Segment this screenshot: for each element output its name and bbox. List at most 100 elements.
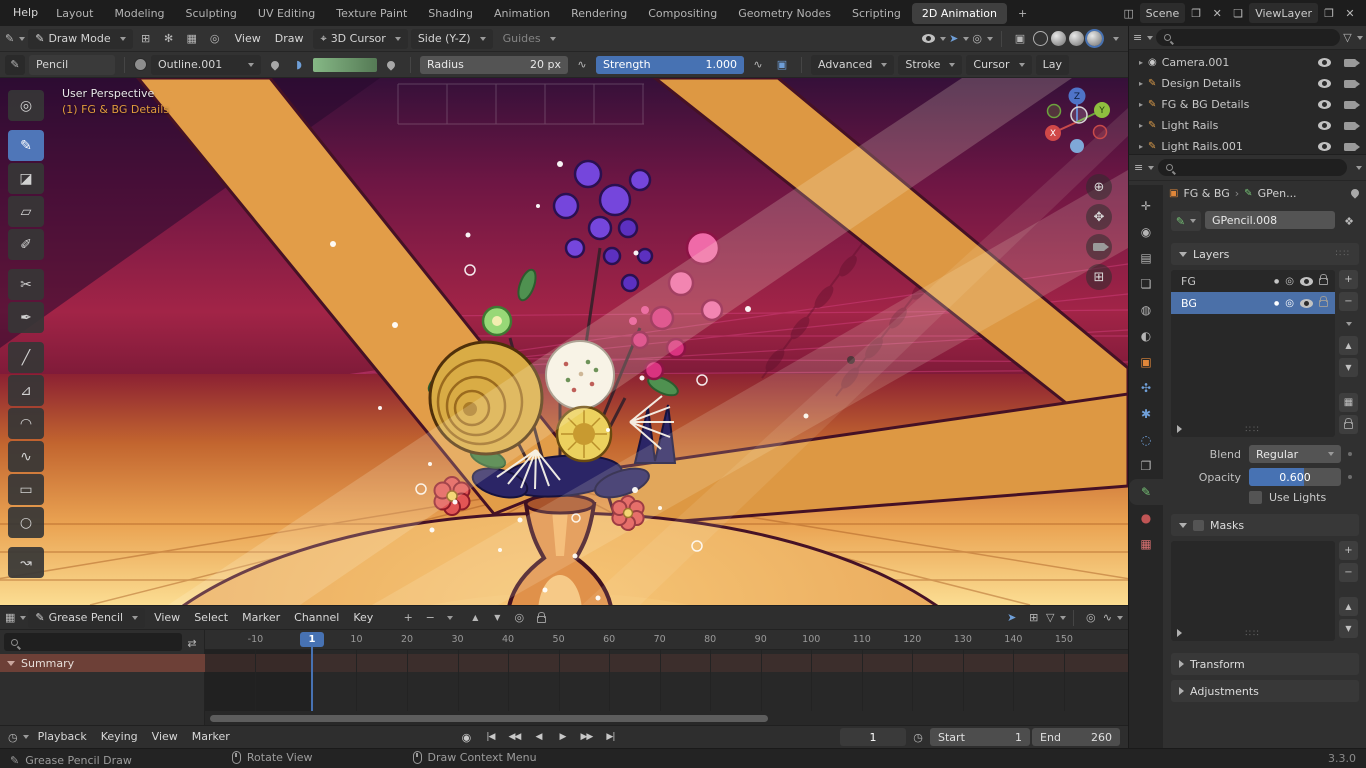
pin-icon[interactable] bbox=[1349, 187, 1360, 198]
cursor-tool[interactable]: ◎ bbox=[8, 90, 44, 121]
cutter-tool[interactable]: ✂ bbox=[8, 269, 44, 300]
workspace-tab-uv-editing[interactable]: UV Editing bbox=[248, 3, 325, 24]
scene-selector[interactable]: Scene bbox=[1140, 3, 1186, 23]
advanced-popover[interactable]: Advanced bbox=[811, 55, 894, 75]
list-grip-icon[interactable]: ∷∷ bbox=[1245, 629, 1260, 639]
eye-icon[interactable] bbox=[1318, 121, 1331, 130]
properties-tab-object[interactable]: ▣ bbox=[1129, 349, 1163, 375]
timeline-menu-view[interactable]: View bbox=[145, 727, 185, 747]
outliner-row-design-details[interactable]: ▸✎Design Details bbox=[1129, 73, 1366, 94]
view-layer-selector[interactable]: ViewLayer bbox=[1249, 3, 1318, 23]
layer-row-fg[interactable]: FG●◎ bbox=[1171, 270, 1335, 292]
channel-lock-toggle[interactable] bbox=[531, 608, 551, 628]
camera-view-button[interactable] bbox=[1086, 234, 1112, 260]
remove-mask-button[interactable]: − bbox=[1339, 563, 1358, 582]
color-pin-icon[interactable] bbox=[381, 55, 401, 75]
shading-solid-button[interactable] bbox=[1051, 31, 1066, 46]
move-mask-down-button[interactable]: ▼ bbox=[1339, 619, 1358, 638]
previous-keyframe-button[interactable]: ◀◀ bbox=[503, 728, 526, 746]
lay-popover[interactable]: Lay bbox=[1036, 55, 1069, 75]
lock-icon[interactable] bbox=[1319, 300, 1328, 307]
properties-tab-view-layer[interactable]: ❏ bbox=[1129, 271, 1163, 297]
masks-checkbox[interactable] bbox=[1193, 520, 1204, 531]
move-layer-up-button[interactable]: ▲ bbox=[1339, 336, 1358, 355]
disclosure-icon[interactable]: ▸ bbox=[1139, 58, 1143, 67]
dopesheet-menu-key[interactable]: Key bbox=[346, 608, 380, 628]
zoom-button[interactable]: ⊕ bbox=[1086, 174, 1112, 200]
frame-start-field[interactable]: Start 1 bbox=[930, 728, 1030, 746]
properties-search-input[interactable] bbox=[1158, 159, 1347, 176]
frame-view-toggle[interactable]: ⊞ bbox=[1024, 608, 1044, 628]
fill-tool[interactable]: ◪ bbox=[8, 163, 44, 194]
editor-type-button[interactable]: ✎ bbox=[5, 29, 25, 49]
jump-to-end-button[interactable]: ▶| bbox=[599, 728, 622, 746]
summary-channel-row[interactable]: Summary bbox=[0, 654, 205, 672]
current-frame-field[interactable]: 1 bbox=[840, 728, 906, 746]
cursor-popover[interactable]: Cursor bbox=[966, 55, 1031, 75]
camera-visibility-icon[interactable] bbox=[1344, 122, 1356, 130]
arc-tool[interactable]: ◠ bbox=[8, 408, 44, 439]
next-keyframe-button[interactable]: ▶▶ bbox=[575, 728, 598, 746]
datablock-name-field[interactable]: GPencil.008 bbox=[1205, 211, 1335, 229]
use-lights-checkbox[interactable] bbox=[1249, 491, 1262, 504]
remove-button[interactable]: − bbox=[420, 608, 440, 628]
add-button[interactable]: + bbox=[398, 608, 418, 628]
eye-icon[interactable] bbox=[1318, 100, 1331, 109]
frame-end-field[interactable]: End 260 bbox=[1032, 728, 1120, 746]
workspace-tab-shading[interactable]: Shading bbox=[418, 3, 483, 24]
xray-toggle[interactable]: ▣ bbox=[1010, 29, 1030, 49]
timeline-horizontal-scrollbar[interactable] bbox=[210, 715, 768, 722]
eye-icon[interactable] bbox=[1318, 79, 1331, 88]
origins-toggle-icon[interactable]: ⊞ bbox=[136, 29, 156, 49]
workspace-tab-compositing[interactable]: Compositing bbox=[638, 3, 727, 24]
outliner-row-fg-bg-details[interactable]: ▸✎FG & BG Details bbox=[1129, 94, 1366, 115]
breadcrumb-data[interactable]: GPen... bbox=[1258, 187, 1297, 200]
disclosure-icon[interactable]: ▸ bbox=[1139, 79, 1143, 88]
onion-skin-icon[interactable]: ◎ bbox=[1285, 298, 1294, 309]
workspace-tab-texture-paint[interactable]: Texture Paint bbox=[326, 3, 417, 24]
navigation-gizmo[interactable]: Z Y X bbox=[1038, 82, 1116, 160]
use-preview-range-toggle[interactable]: ◷ bbox=[908, 727, 928, 747]
dopesheet-timeline-pane[interactable]: 1 -1010203040506070809010011012013014015… bbox=[205, 630, 1128, 725]
properties-tab-particles[interactable]: ✱ bbox=[1129, 401, 1163, 427]
camera-visibility-icon[interactable] bbox=[1344, 80, 1356, 88]
viewport-canvas[interactable] bbox=[0, 78, 1128, 605]
timeline-menu-keying[interactable]: Keying bbox=[94, 727, 145, 747]
timeline-editor-type-button[interactable]: ◷ bbox=[8, 727, 29, 747]
gpencil-datablock-menu[interactable]: ✎ bbox=[1171, 211, 1201, 231]
brush-name-field[interactable]: Pencil bbox=[29, 55, 115, 75]
list-grip-icon[interactable]: ∷∷ bbox=[1245, 425, 1260, 435]
remove-layer-button[interactable]: − bbox=[1339, 292, 1358, 311]
move-up-button[interactable]: ▲ bbox=[465, 608, 485, 628]
dopesheet-menu-view[interactable]: View bbox=[147, 608, 187, 628]
shading-wireframe-button[interactable] bbox=[1033, 31, 1048, 46]
vertex-color-bar[interactable] bbox=[313, 58, 377, 72]
dopesheet-editor-type-button[interactable]: ▦ bbox=[5, 608, 26, 628]
curve-tool[interactable]: ∿ bbox=[8, 441, 44, 472]
mask-toggle-icon[interactable]: ◎ bbox=[205, 29, 225, 49]
properties-tab-constraints[interactable]: ❐ bbox=[1129, 453, 1163, 479]
material-pin-icon[interactable] bbox=[265, 55, 285, 75]
timeline-menu-playback[interactable]: Playback bbox=[31, 727, 94, 747]
current-frame-badge[interactable]: 1 bbox=[300, 632, 324, 647]
stroke-popover[interactable]: Stroke bbox=[898, 55, 962, 75]
lock-icon[interactable] bbox=[1319, 278, 1328, 285]
outliner-row-light-rails-001[interactable]: ▸✎Light Rails.001 bbox=[1129, 136, 1366, 154]
disclosure-icon[interactable]: ▸ bbox=[1139, 142, 1143, 151]
dopesheet-menu-channel[interactable]: Channel bbox=[287, 608, 346, 628]
line-tool[interactable]: ╱ bbox=[8, 342, 44, 373]
play-reverse-button[interactable]: ◀ bbox=[527, 728, 550, 746]
brush-thumbnail-icon[interactable]: ✎ bbox=[5, 55, 25, 75]
workspace-tab-scripting[interactable]: Scripting bbox=[842, 3, 911, 24]
box-tool[interactable]: ▭ bbox=[8, 474, 44, 505]
disclosure-icon[interactable]: ▸ bbox=[1139, 121, 1143, 130]
eye-icon[interactable] bbox=[1318, 58, 1331, 67]
add-layer-button[interactable]: + bbox=[1339, 270, 1358, 289]
camera-visibility-icon[interactable] bbox=[1344, 101, 1356, 109]
properties-tab-modifiers[interactable]: ✣ bbox=[1129, 375, 1163, 401]
camera-visibility-icon[interactable] bbox=[1344, 143, 1356, 151]
properties-tab-render[interactable]: ◉ bbox=[1129, 219, 1163, 245]
outliner-row-camera-001[interactable]: ▸◉Camera.001 bbox=[1129, 52, 1366, 73]
eye-icon[interactable] bbox=[1300, 299, 1313, 308]
workspace-tab-2d-animation[interactable]: 2D Animation bbox=[912, 3, 1007, 24]
